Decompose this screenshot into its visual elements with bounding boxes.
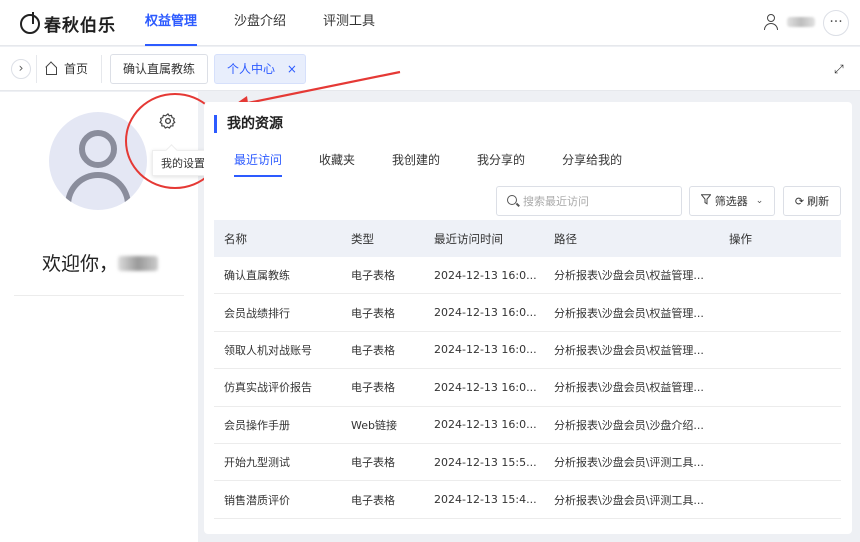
cell-name[interactable]: 领取人机对战账号 <box>214 342 341 358</box>
cell-name[interactable]: 会员战绩排行 <box>214 305 341 321</box>
filter-button[interactable]: 筛选器 ⌄ <box>689 186 775 216</box>
search-input[interactable] <box>523 193 673 209</box>
resources-card: 我的资源 最近访问 收藏夹 我创建的 我分享的 分享给我的 筛选器 ⌄ ⟳ 刷新… <box>204 102 852 534</box>
resource-tabs: 最近访问 收藏夹 我创建的 我分享的 分享给我的 <box>234 151 659 177</box>
nav-item-assessment-tools[interactable]: 评测工具 <box>323 0 375 46</box>
top-bar: 春秋伯乐 权益管理 沙盘介绍 评测工具 ··· <box>0 0 860 46</box>
tab-created-by-me[interactable]: 我创建的 <box>392 151 440 177</box>
profile-panel: 我的设置 欢迎你， <box>0 92 214 542</box>
cell-type: 电子表格 <box>351 493 395 507</box>
table-row[interactable]: 确认直属教练 电子表格 2024-12-13 16:0... 分析报表\沙盘会员… <box>214 257 841 295</box>
table-row[interactable]: 仿真实战评价报告 电子表格 2024-12-13 16:0... 分析报表\沙盘… <box>214 369 841 407</box>
refresh-icon: ⟳ <box>794 194 805 208</box>
more-button[interactable]: ··· <box>823 10 849 36</box>
cell-time: 2024-12-13 16:0... <box>434 306 537 320</box>
cell-time: 2024-12-13 16:0... <box>434 343 537 357</box>
column-header-time: 最近访问时间 <box>434 231 503 246</box>
tab-home-label: 首页 <box>64 62 89 76</box>
tab-personal-center[interactable]: 个人中心 × <box>214 54 306 84</box>
logo-icon <box>20 11 40 34</box>
cell-type: 电子表格 <box>351 343 395 357</box>
cell-path: 分析报表\沙盘会员\权益管理... <box>554 343 704 357</box>
main-nav: 权益管理 沙盘介绍 评测工具 <box>145 0 375 46</box>
cell-name[interactable]: 仿真实战评价报告 <box>214 379 341 395</box>
cell-type: Web链接 <box>351 418 397 432</box>
nav-item-sandbox-intro[interactable]: 沙盘介绍 <box>234 0 286 46</box>
table-row[interactable]: 会员战绩排行 电子表格 2024-12-13 16:0... 分析报表\沙盘会员… <box>214 294 841 332</box>
column-header-actions: 操作 <box>729 231 752 246</box>
nav-item-rights-management[interactable]: 权益管理 <box>145 0 198 46</box>
column-header-type: 类型 <box>351 231 374 246</box>
user-name-redacted[interactable] <box>787 17 815 27</box>
resources-table: 名称 类型 最近访问时间 路径 操作 确认直属教练 电子表格 2024-12-1… <box>214 220 841 519</box>
close-icon[interactable]: × <box>287 62 297 76</box>
welcome-message: 欢迎你， <box>42 249 159 276</box>
divider <box>101 55 102 83</box>
cell-type: 电子表格 <box>351 269 395 283</box>
search-icon <box>507 195 517 205</box>
user-name-redacted <box>118 256 159 271</box>
brand-name: 春秋伯乐 <box>44 16 116 36</box>
tab-confirm-coach[interactable]: 确认直属教练 <box>110 54 209 84</box>
column-header-name: 名称 <box>224 231 247 246</box>
welcome-text: 欢迎你， <box>42 253 119 275</box>
column-header-path: 路径 <box>554 231 577 246</box>
filter-icon <box>700 194 712 208</box>
tab-shared-by-me[interactable]: 我分享的 <box>477 151 525 177</box>
refresh-button[interactable]: ⟳ 刷新 <box>783 186 841 216</box>
table-row[interactable]: 领取人机对战账号 电子表格 2024-12-13 16:0... 分析报表\沙盘… <box>214 332 841 370</box>
tab-favorites[interactable]: 收藏夹 <box>319 151 355 177</box>
cell-type: 电子表格 <box>351 306 395 320</box>
cell-path: 分析报表\沙盘会员\权益管理... <box>554 269 704 283</box>
refresh-label: 刷新 <box>807 195 830 208</box>
table-row[interactable]: 销售潜质评价 电子表格 2024-12-13 15:4... 分析报表\沙盘会员… <box>214 481 841 519</box>
divider <box>14 295 184 296</box>
tab-bar: › 首页 确认直属教练 个人中心 × ⤢ <box>0 47 860 91</box>
cell-name[interactable]: 开始九型测试 <box>214 454 341 470</box>
tab-shared-with-me[interactable]: 分享给我的 <box>562 151 622 177</box>
cell-path: 分析报表\沙盘会员\评测工具... <box>554 493 704 507</box>
cell-type: 电子表格 <box>351 381 395 395</box>
cell-name[interactable]: 销售潜质评价 <box>214 492 341 508</box>
brand-logo[interactable]: 春秋伯乐 <box>20 11 116 36</box>
cell-name[interactable]: 确认直属教练 <box>214 267 341 283</box>
tab-home[interactable]: 首页 <box>45 60 88 77</box>
cell-path: 分析报表\沙盘会员\评测工具... <box>554 456 704 470</box>
fullscreen-icon[interactable]: ⤢ <box>834 62 844 77</box>
cell-path: 分析报表\沙盘会员\权益管理... <box>554 381 704 395</box>
cell-time: 2024-12-13 16:0... <box>434 268 537 282</box>
tab-personal-center-label: 个人中心 <box>227 62 276 76</box>
user-icon[interactable] <box>764 14 778 30</box>
cell-type: 电子表格 <box>351 456 395 470</box>
gear-icon[interactable] <box>159 112 177 130</box>
cell-time: 2024-12-13 16:0... <box>434 418 537 432</box>
cell-path: 分析报表\沙盘会员\权益管理... <box>554 306 704 320</box>
home-icon <box>45 63 58 75</box>
chevron-down-icon: ⌄ <box>755 196 764 206</box>
cell-time: 2024-12-13 16:0... <box>434 380 537 394</box>
cell-name[interactable]: 会员操作手册 <box>214 417 341 433</box>
search-box[interactable] <box>496 186 682 216</box>
section-title: 我的资源 <box>214 115 283 133</box>
filter-label: 筛选器 <box>714 195 748 208</box>
sidebar-toggle-button[interactable]: › <box>11 59 31 79</box>
table-row[interactable]: 会员操作手册 Web链接 2024-12-13 16:0... 分析报表\沙盘会… <box>214 407 841 444</box>
table-header: 名称 类型 最近访问时间 路径 操作 <box>214 220 841 257</box>
table-row[interactable]: 开始九型测试 电子表格 2024-12-13 15:5... 分析报表\沙盘会员… <box>214 444 841 482</box>
cell-time: 2024-12-13 15:5... <box>434 455 537 469</box>
tab-recent[interactable]: 最近访问 <box>234 151 283 177</box>
cell-time: 2024-12-13 15:4... <box>434 493 537 507</box>
divider <box>36 55 37 83</box>
avatar <box>49 112 147 210</box>
cell-path: 分析报表\沙盘会员\沙盘介绍... <box>554 418 704 432</box>
